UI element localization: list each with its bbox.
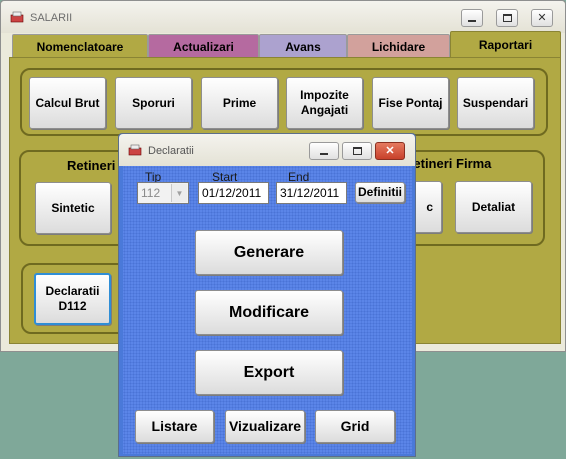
dialog-app-icon [128,144,142,156]
calcul-brut-button[interactable]: Calcul Brut [29,77,106,129]
tab-raportari[interactable]: Raportari [450,31,561,58]
app-icon [10,11,24,23]
close-icon: ✕ [385,145,395,157]
maximize-icon [352,147,362,155]
grid-button[interactable]: Grid [315,410,395,443]
main-window-title: SALARII [30,12,73,24]
fise-pontaj-button[interactable]: Fise Pontaj [372,77,449,129]
tab-lichidare[interactable]: Lichidare [347,34,450,58]
definitii-button[interactable]: Definitii [355,182,405,203]
export-button[interactable]: Export [195,350,343,395]
dialog-minimize-button[interactable] [309,142,339,160]
impozite-angajati-button[interactable]: Impozite Angajati [286,77,363,129]
detaliat-button[interactable]: Detaliat [455,181,532,233]
maximize-icon [502,14,512,22]
retineri-label: Retineri [67,158,116,173]
dialog-body: Tip Start End 112 ▼ 01/12/2011 31/12/201… [123,166,412,454]
tip-select-value: 112 [141,186,161,200]
listare-button[interactable]: Listare [135,410,214,443]
tab-avans[interactable]: Avans [259,34,347,58]
maximize-button[interactable] [496,9,518,27]
modificare-button[interactable]: Modificare [195,290,343,335]
main-title-bar[interactable]: SALARII ✕ [1,1,565,33]
chevron-down-icon[interactable]: ▼ [171,184,187,202]
tip-select[interactable]: 112 ▼ [137,182,189,204]
minimize-icon [320,153,328,155]
declaratii-d112-button[interactable]: Declaratii D112 [34,273,111,325]
close-icon: ✕ [537,12,547,24]
minimize-button[interactable] [461,9,483,27]
tab-actualizari[interactable]: Actualizari [148,34,259,58]
minimize-icon [468,20,476,22]
vizualizare-button[interactable]: Vizualizare [225,410,305,443]
close-button[interactable]: ✕ [531,9,553,27]
prime-button[interactable]: Prime [201,77,278,129]
end-date-input[interactable]: 31/12/2011 [276,182,347,204]
sintetic-button[interactable]: Sintetic [35,182,111,234]
start-date-input[interactable]: 01/12/2011 [198,182,269,204]
declaratii-dialog: Declaratii ✕ Tip Start End 112 ▼ 01/12/2… [118,133,416,457]
dialog-title: Declaratii [148,145,194,157]
sporuri-button[interactable]: Sporuri [115,77,192,129]
dialog-maximize-button[interactable] [342,142,372,160]
dialog-title-bar[interactable]: Declaratii ✕ [119,134,415,166]
tab-nomenclatoare[interactable]: Nomenclatoare [12,34,148,58]
dialog-close-button[interactable]: ✕ [375,142,405,160]
generare-button[interactable]: Generare [195,230,343,275]
suspendari-button[interactable]: Suspendari [457,77,534,129]
